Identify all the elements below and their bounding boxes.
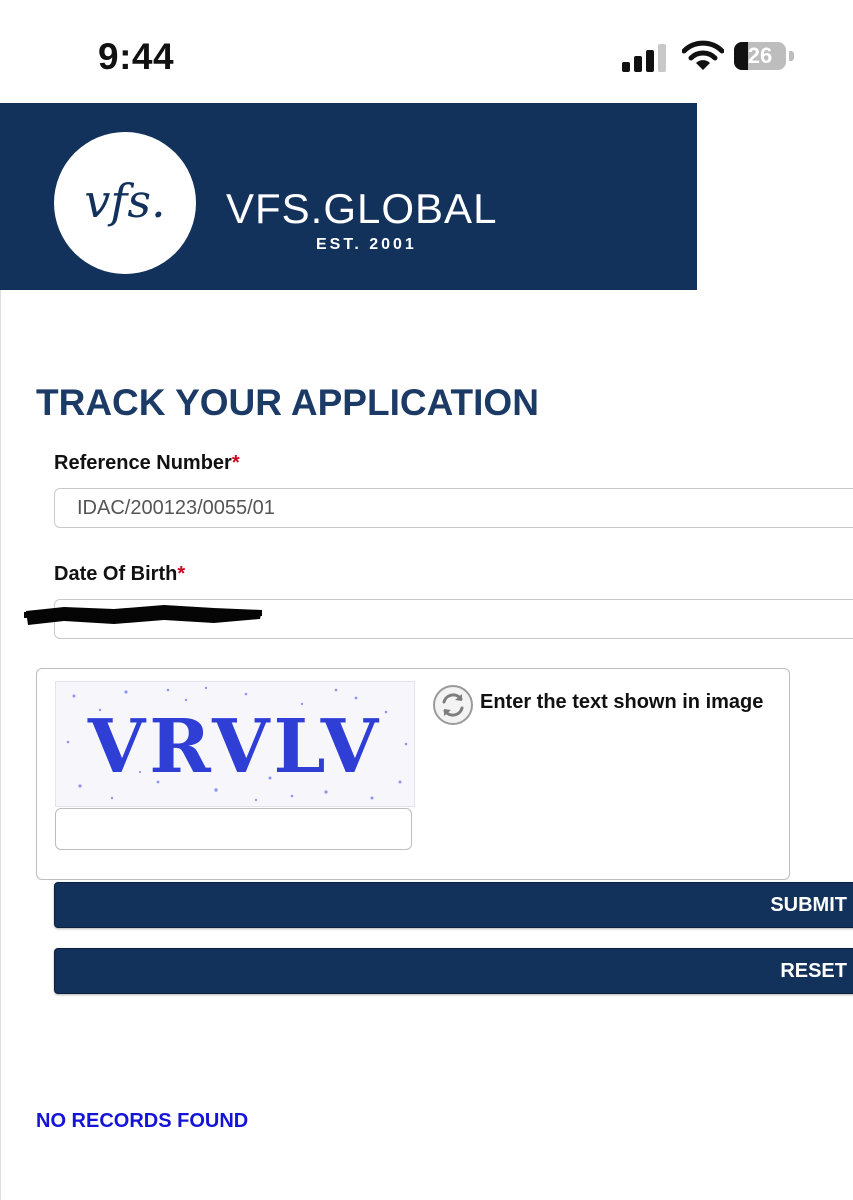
captcha-image: VRVLV <box>55 681 415 807</box>
required-marker: * <box>231 452 240 474</box>
status-bar: 9:44 26 <box>0 0 853 103</box>
logo-mark: vfs. <box>84 174 166 228</box>
cellular-signal-icon <box>622 42 668 72</box>
reset-button[interactable]: RESET <box>54 948 853 994</box>
submit-button[interactable]: SUBMIT <box>54 882 853 928</box>
wifi-icon <box>682 40 724 70</box>
reference-number-input[interactable]: IDAC/200123/0055/01 <box>54 488 853 528</box>
battery-level: 26 <box>747 43 773 68</box>
required-marker: * <box>177 563 186 585</box>
captcha-answer-input[interactable] <box>55 808 412 850</box>
refresh-captcha-icon[interactable] <box>432 684 474 726</box>
header-banner: vfs. VFS.GLOBAL EST. 2001 <box>0 103 697 290</box>
page-title: TRACK YOUR APPLICATION <box>36 382 539 423</box>
captcha-code: VRVLV <box>87 704 383 790</box>
reference-number-label-text: Reference Number <box>54 452 232 474</box>
battery-icon: 26 <box>734 42 796 72</box>
captcha-instruction: Enter the text shown in image <box>480 691 764 713</box>
date-of-birth-label-text: Date Of Birth <box>54 563 178 585</box>
date-of-birth-label: Date Of Birth* <box>54 563 185 586</box>
no-records-message: NO RECORDS FOUND <box>36 1110 249 1132</box>
page-divider <box>0 290 1 1200</box>
brand-name: VFS.GLOBAL <box>226 185 498 232</box>
status-time: 9:44 <box>98 36 175 77</box>
reference-number-value: IDAC/200123/0055/01 <box>77 497 275 519</box>
redaction-scribble <box>24 605 263 625</box>
vfs-logo: vfs. <box>54 132 196 274</box>
reference-number-label: Reference Number* <box>54 452 240 475</box>
brand-established: EST. 2001 <box>316 236 417 253</box>
